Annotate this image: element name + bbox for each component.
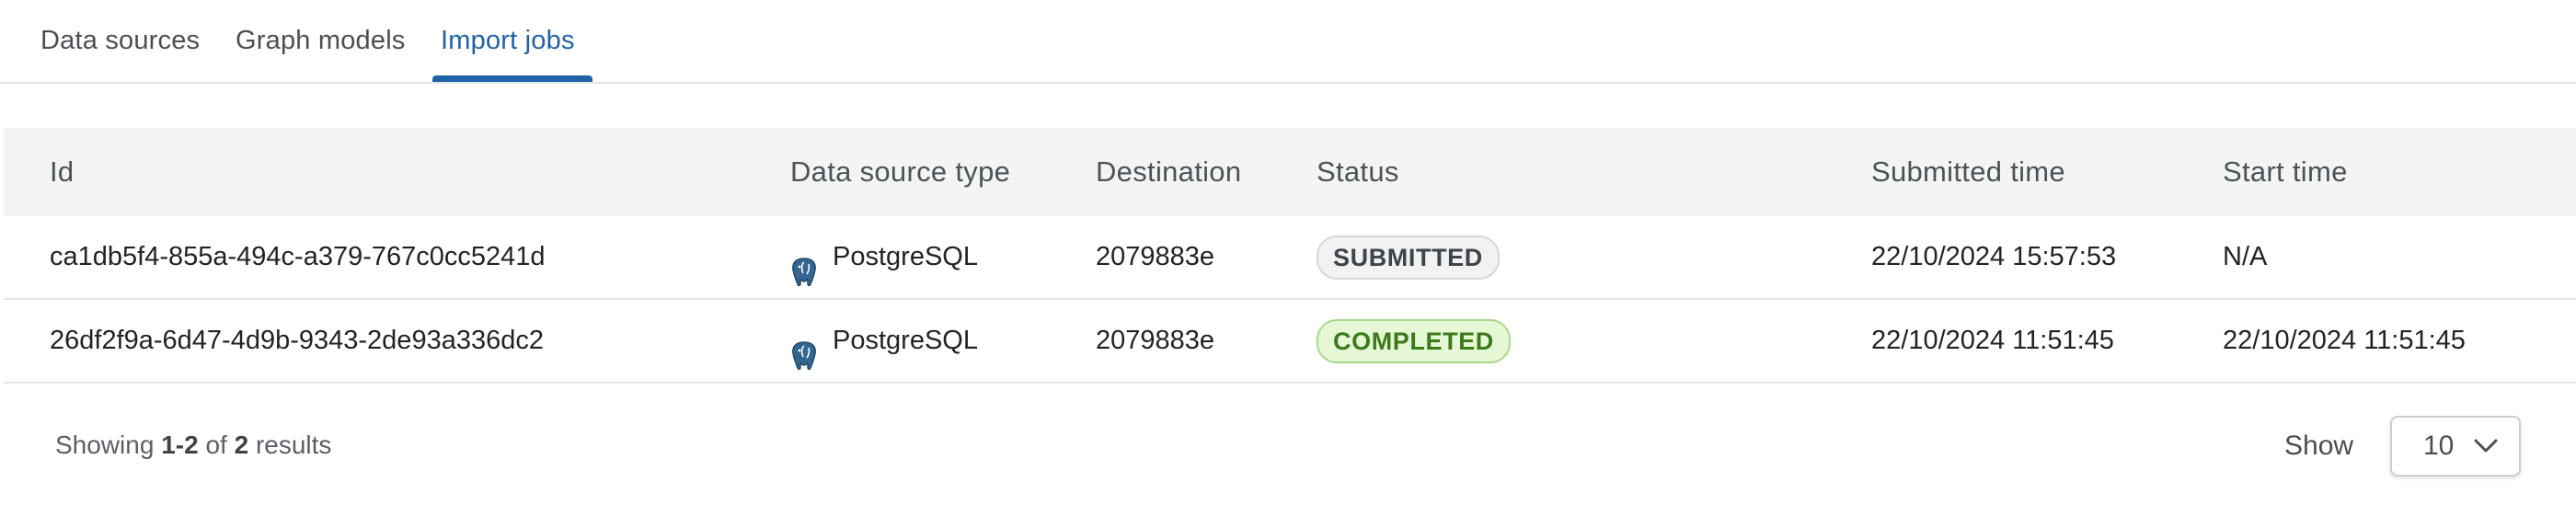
page-size-select[interactable]: 10	[2390, 416, 2521, 477]
tab-data-sources[interactable]: Data sources	[40, 26, 200, 56]
tab-bar: Data sources Graph models Import jobs	[0, 0, 2576, 84]
data-source-type-label: PostgreSQL	[833, 242, 978, 271]
column-header-destination[interactable]: Destination	[1096, 128, 1241, 216]
job-id-cell: 26df2f9a-6d47-4d9b-9343-2de93a336dc2	[50, 326, 544, 355]
submitted-time-cell: 22/10/2024 15:57:53	[1871, 242, 2117, 271]
active-tab-indicator	[432, 75, 592, 82]
status-badge: SUBMITTED	[1317, 236, 1500, 281]
table-header-row: Id Data source type Destination Status S…	[4, 128, 2576, 216]
column-header-status[interactable]: Status	[1317, 128, 1399, 216]
status-cell: SUBMITTED	[1317, 216, 1500, 298]
results-word: results	[255, 431, 332, 459]
column-header-start-time[interactable]: Start time	[2223, 128, 2348, 216]
data-source-type-label: PostgreSQL	[833, 326, 978, 355]
column-header-submitted-time[interactable]: Submitted time	[1871, 128, 2065, 216]
of-word: of	[205, 431, 227, 459]
results-total: 2	[234, 431, 249, 459]
data-source-type-cell: PostgreSQL	[790, 216, 978, 298]
postgresql-elephant-icon	[790, 239, 818, 287]
import-jobs-table: Id Data source type Destination Status S…	[4, 128, 2576, 384]
destination-cell: 2079883e	[1096, 242, 1215, 271]
status-badge: COMPLETED	[1317, 319, 1511, 364]
results-summary: Showing 1-2 of 2 results	[55, 431, 331, 460]
column-header-id[interactable]: Id	[50, 128, 74, 216]
column-header-data-source-type[interactable]: Data source type	[790, 128, 1010, 216]
page-size-value: 10	[2423, 431, 2455, 461]
results-range: 1-2	[161, 431, 199, 459]
status-cell: COMPLETED	[1317, 300, 1511, 382]
table-row[interactable]: ca1db5f4-855a-494c-a379-767c0cc5241d Pos…	[4, 216, 2576, 300]
start-time-cell: N/A	[2223, 242, 2268, 271]
showing-prefix: Showing	[55, 431, 155, 459]
page-size-label: Show	[2284, 431, 2354, 461]
tab-graph-models[interactable]: Graph models	[236, 26, 406, 56]
job-id-cell: ca1db5f4-855a-494c-a379-767c0cc5241d	[50, 242, 546, 271]
data-source-type-cell: PostgreSQL	[790, 300, 978, 382]
tab-import-jobs[interactable]: Import jobs	[441, 26, 575, 56]
table-row[interactable]: 26df2f9a-6d47-4d9b-9343-2de93a336dc2 Pos…	[4, 300, 2576, 384]
start-time-cell: 22/10/2024 11:51:45	[2223, 326, 2466, 355]
postgresql-elephant-icon	[790, 323, 818, 371]
chevron-down-icon	[2474, 439, 2498, 453]
destination-cell: 2079883e	[1096, 326, 1215, 355]
submitted-time-cell: 22/10/2024 11:51:45	[1871, 326, 2114, 355]
pagination-footer: Showing 1-2 of 2 results Show 10	[0, 386, 2576, 517]
